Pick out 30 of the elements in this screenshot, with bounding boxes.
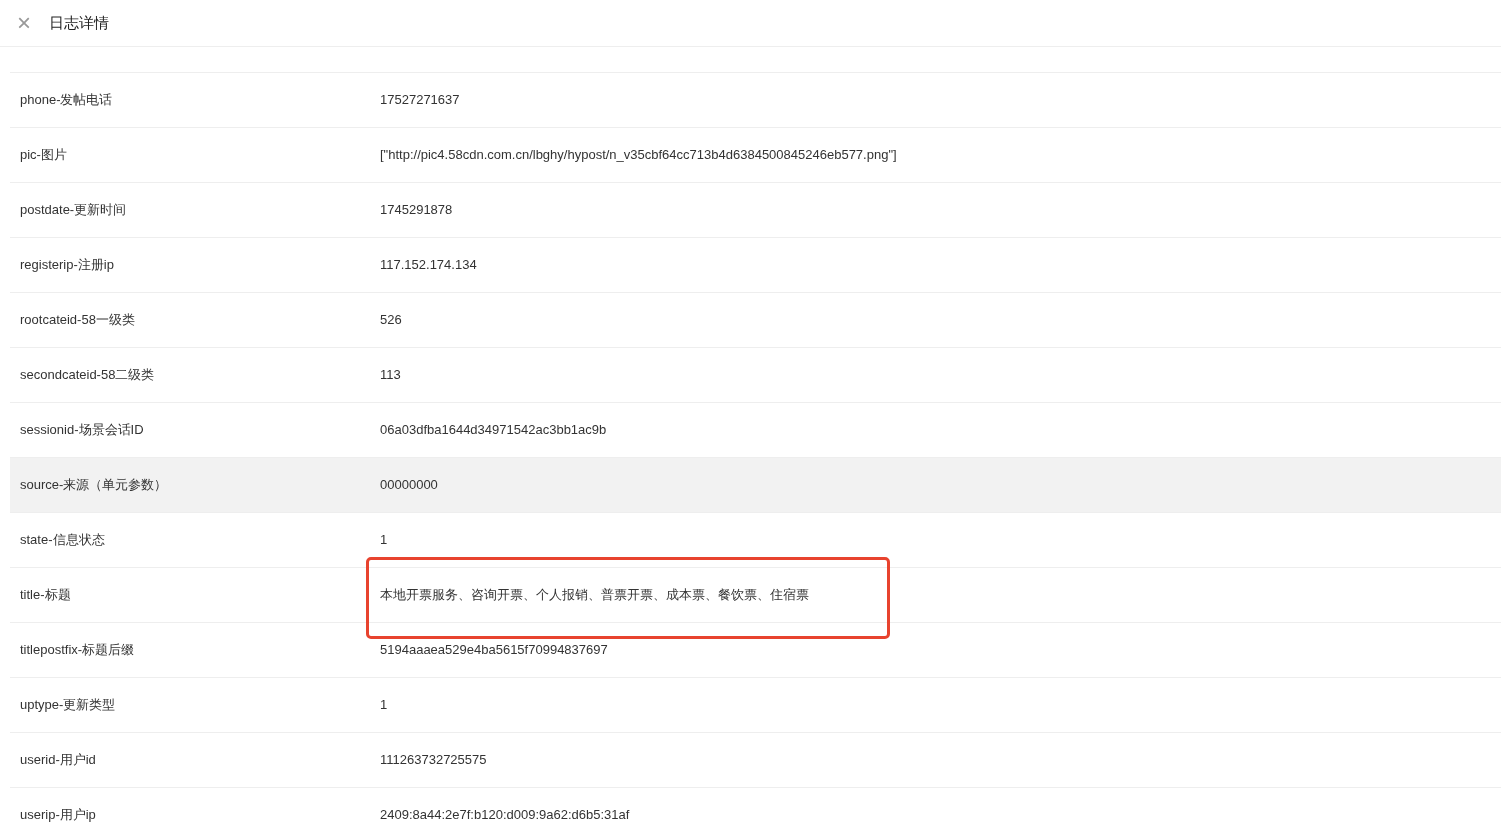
field-value: 113 bbox=[380, 366, 401, 385]
field-label: source-来源（单元参数） bbox=[19, 476, 169, 495]
field-value: 17527271637 bbox=[380, 91, 460, 110]
field-value: 111263732725575 bbox=[380, 751, 487, 770]
field-label: userip-用户ip bbox=[19, 806, 97, 825]
drawer-title: 日志详情 bbox=[49, 12, 109, 33]
field-value: 117.152.174.134 bbox=[380, 256, 477, 275]
field-label: phone-发帖电话 bbox=[19, 91, 114, 110]
field-value: 06a03dfba1644d34971542ac3bb1ac9b bbox=[380, 421, 607, 440]
field-label: uptype-更新类型 bbox=[19, 696, 117, 715]
field-value: ["http://pic4.58cdn.com.cn/lbghy/hypost/n_v35cbf64cc713b4d6384500845246eb577.png"] bbox=[380, 146, 897, 165]
field-value: 1 bbox=[380, 531, 388, 550]
field-value: 本地开票服务、咨询开票、个人报销、普票开票、成本票、餐饮票、住宿票 bbox=[380, 586, 809, 605]
field-value: 5194aaaea529e4ba5615f70994837697 bbox=[380, 641, 608, 660]
close-button[interactable]: × bbox=[16, 11, 32, 35]
field-label: userid-用户id bbox=[19, 751, 97, 770]
field-value: 2409:8a44:2e7f:b120:d009:9a62:d6b5:31af bbox=[380, 806, 630, 825]
field-label: rootcateid-58一级类 bbox=[19, 311, 136, 330]
field-label: postdate-更新时间 bbox=[19, 201, 128, 220]
field-value: 1 bbox=[380, 696, 388, 715]
field-value: 00000000 bbox=[380, 476, 438, 495]
field-label: secondcateid-58二级类 bbox=[19, 366, 156, 385]
field-value: 526 bbox=[380, 311, 402, 330]
field-label: registerip-注册ip bbox=[19, 256, 115, 275]
field-label: title-标题 bbox=[19, 586, 72, 605]
field-label: sessionid-场景会话ID bbox=[19, 421, 145, 440]
field-label: pic-图片 bbox=[19, 146, 68, 165]
field-label: state-信息状态 bbox=[19, 531, 106, 550]
field-label: titlepostfix-标题后缀 bbox=[19, 641, 136, 660]
field-value: 1745291878 bbox=[380, 201, 453, 220]
